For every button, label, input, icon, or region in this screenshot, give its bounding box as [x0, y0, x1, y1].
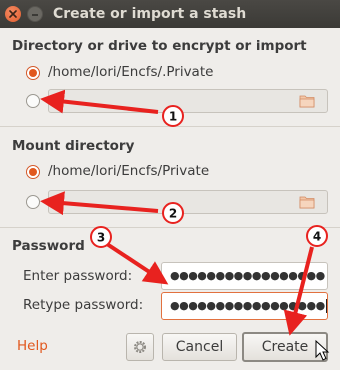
title-bar: Create or import a stash: [0, 0, 340, 28]
mount-section-title: Mount directory: [12, 138, 135, 154]
source-path-field[interactable]: [48, 89, 328, 113]
password-section-title: Password: [12, 238, 85, 254]
mount-default-path: /home/lori/Encfs/Private: [48, 163, 210, 179]
annotation-number: 4: [313, 230, 321, 244]
separator: [0, 126, 340, 127]
enter-password-value: ●●●●●●●●●●●●●●●●●: [170, 269, 325, 282]
window-title: Create or import a stash: [53, 6, 247, 22]
folder-icon[interactable]: [299, 94, 315, 108]
create-button[interactable]: Create: [242, 332, 328, 362]
help-link[interactable]: Help: [17, 338, 48, 354]
folder-icon[interactable]: [299, 195, 315, 209]
mount-path-field[interactable]: [48, 190, 328, 214]
annotation-badge: [90, 226, 112, 248]
text-caret: [325, 299, 327, 313]
retype-password-input[interactable]: ●●●●●●●●●●●●●●●●●: [161, 292, 328, 320]
enter-password-label: Enter password:: [23, 268, 133, 284]
mount-default-radio[interactable]: [26, 165, 40, 179]
close-icon: [9, 10, 17, 18]
annotation-badge: [306, 225, 328, 247]
source-custom-radio[interactable]: [26, 94, 40, 108]
cancel-button[interactable]: Cancel: [162, 333, 237, 361]
close-button[interactable]: [5, 6, 21, 22]
source-default-path: /home/lori/Encfs/.Private: [48, 64, 214, 80]
mount-custom-radio[interactable]: [26, 195, 40, 209]
enter-password-input[interactable]: ●●●●●●●●●●●●●●●●●: [161, 262, 328, 290]
separator: [0, 227, 340, 228]
source-default-radio[interactable]: [26, 66, 40, 80]
source-section-title: Directory or drive to encrypt or import: [12, 38, 307, 54]
settings-button[interactable]: [126, 333, 154, 361]
annotation-number: 3: [97, 231, 105, 245]
retype-password-value: ●●●●●●●●●●●●●●●●●: [170, 299, 325, 312]
minimize-button[interactable]: [27, 6, 43, 22]
gear-icon: [134, 341, 146, 353]
retype-password-label: Retype password:: [23, 297, 144, 313]
